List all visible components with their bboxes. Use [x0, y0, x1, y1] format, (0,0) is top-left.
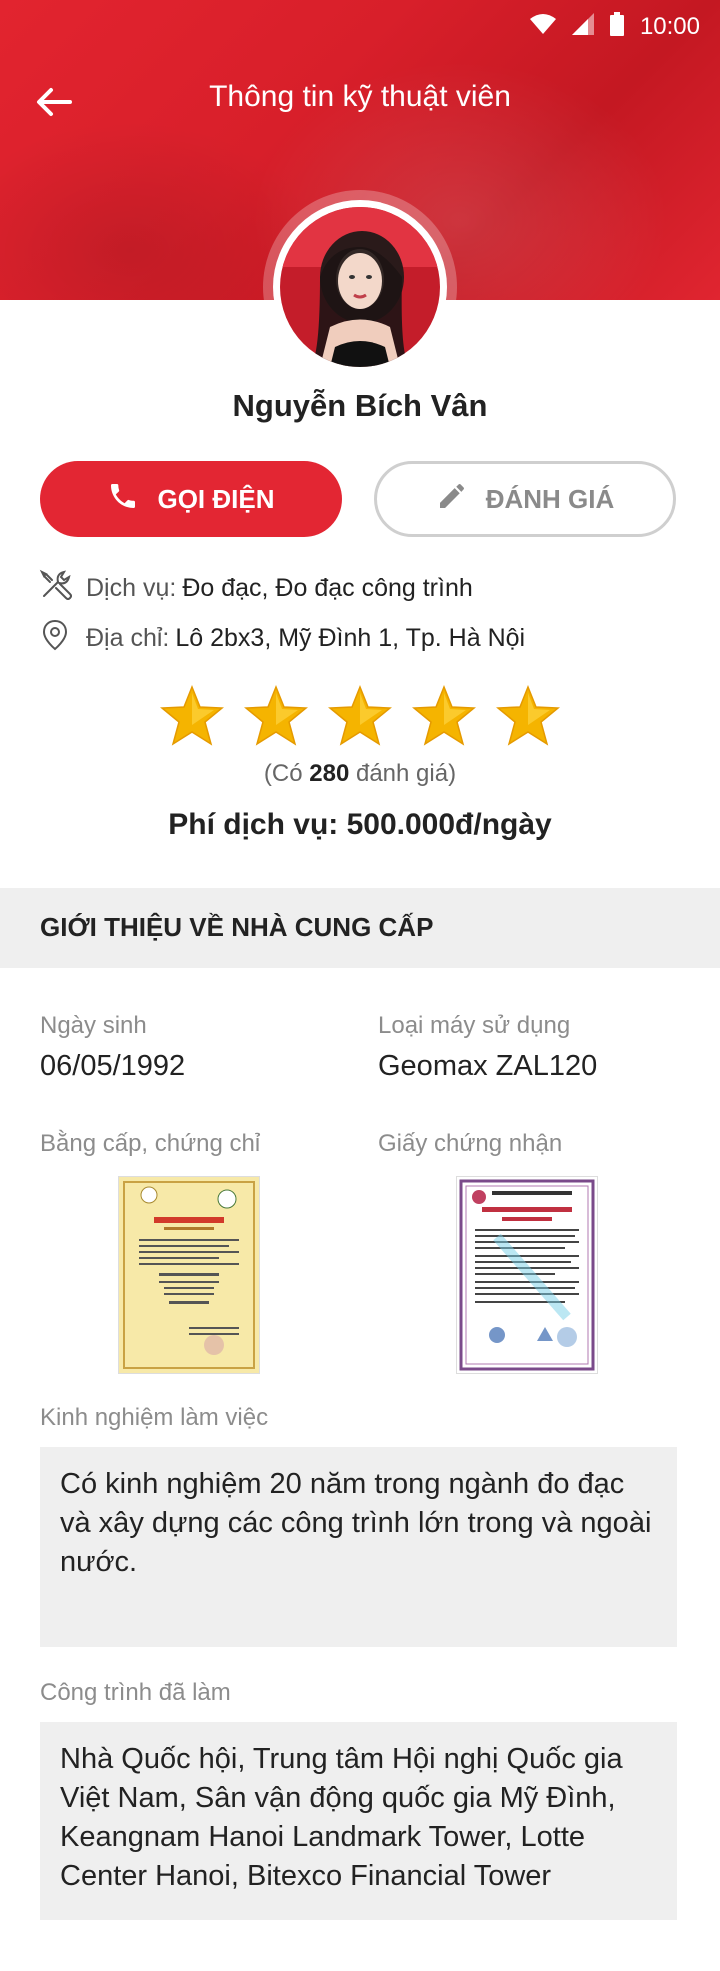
avatar [273, 200, 447, 374]
call-button[interactable]: GỌI ĐIỆN [40, 461, 342, 537]
service-row: Dịch vụ: Đo đạc, Đo đạc công trình [38, 568, 473, 608]
section-header: GIỚI THIỆU VỀ NHÀ CUNG CẤP [0, 888, 720, 968]
star-icon [412, 684, 476, 752]
address-label: Địa chỉ: [86, 623, 170, 652]
projects-text: Nhà Quốc hội, Trung tâm Hội nghị Quốc gi… [40, 1722, 677, 1920]
status-bar: 10:00 [0, 0, 720, 50]
address-row: Địa chỉ: Lô 2bx3, Mỹ Đình 1, Tp. Hà Nội [38, 618, 525, 658]
certificate-image[interactable] [456, 1176, 598, 1374]
rating-count: (Có 280 đánh giá) [263, 760, 457, 787]
page-title: Thông tin kỹ thuật viên [209, 80, 511, 113]
rate-button-label: ĐÁNH GIÁ [485, 483, 615, 514]
projects-label: Công trình đã làm [40, 1679, 231, 1706]
experience-text: Có kinh nghiệm 20 năm trong ngành đo đạc… [40, 1447, 677, 1647]
call-button-label: GỌI ĐIỆN [157, 483, 275, 514]
machine-value: Geomax ZAL120 [378, 1050, 598, 1082]
degree-label: Bằng cấp, chứng chỉ [40, 1130, 261, 1157]
birthday-value: 06/05/1992 [40, 1050, 186, 1082]
star-icon [244, 684, 308, 752]
phone-icon [107, 480, 139, 519]
avatar-photo [280, 207, 440, 367]
pencil-icon [436, 480, 468, 519]
battery-icon [609, 12, 624, 41]
wifi-icon [529, 13, 556, 40]
star-icon [328, 684, 392, 752]
service-price: Phí dịch vụ: 500.000đ/ngày [168, 808, 552, 841]
certificate-label: Giấy chứng nhận [378, 1130, 563, 1157]
location-pin-icon [38, 618, 72, 659]
star-icon [160, 684, 224, 752]
experience-label: Kinh nghiệm làm việc [40, 1404, 269, 1431]
birthday-label: Ngày sinh [40, 1012, 147, 1039]
rating-stars [0, 684, 720, 752]
machine-label: Loại máy sử dụng [378, 1012, 571, 1039]
technician-name: Nguyễn Bích Vân [232, 388, 488, 423]
degree-image[interactable] [118, 1176, 260, 1374]
address-value: Lô 2bx3, Mỹ Đình 1, Tp. Hà Nội [175, 623, 526, 652]
service-label: Dịch vụ: [86, 573, 177, 602]
section-title: GIỚI THIỆU VỀ NHÀ CUNG CẤP [40, 912, 434, 942]
star-icon [496, 684, 560, 752]
rate-button[interactable]: ĐÁNH GIÁ [374, 461, 676, 537]
status-time: 10:00 [639, 12, 700, 40]
tools-icon [38, 568, 72, 609]
service-value: Đo đạc, Đo đạc công trình [182, 573, 473, 602]
signal-icon [571, 13, 594, 40]
